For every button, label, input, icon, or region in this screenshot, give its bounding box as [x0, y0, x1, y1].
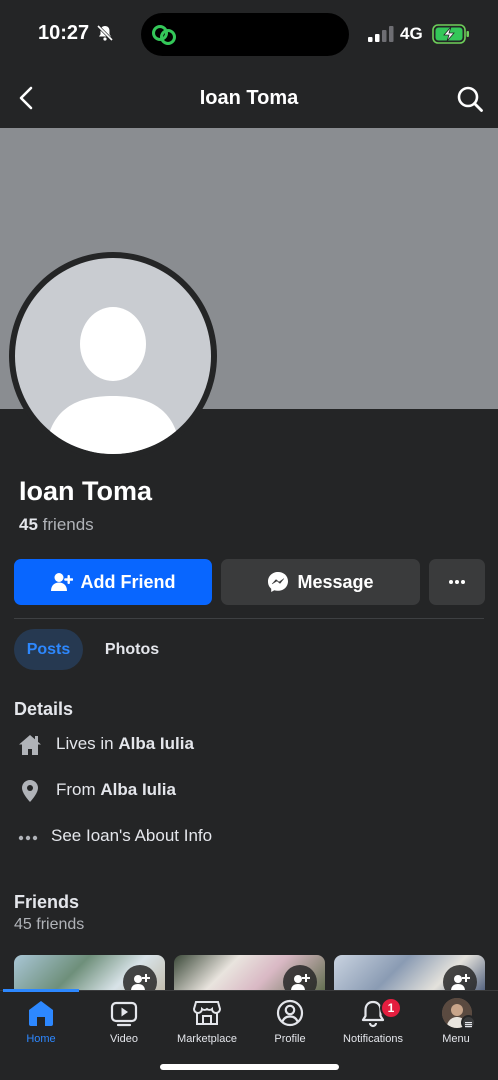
default-avatar-silhouette-icon [15, 258, 211, 454]
add-friend-label: Add Friend [80, 571, 176, 592]
menu-lines-icon [461, 1015, 476, 1030]
lives-in-prefix: Lives in [56, 734, 119, 753]
marketplace-icon [192, 1001, 222, 1025]
page-title: Ioan Toma [199, 87, 299, 109]
friend-thumbnail[interactable] [334, 955, 485, 995]
signal-icon [368, 26, 394, 42]
detail-lives-in[interactable]: Lives in Alba Iulia [0, 730, 498, 760]
tab-marketplace-label: Marketplace [177, 1033, 237, 1045]
friends-count-subtitle: 45 friends [14, 916, 85, 933]
tab-menu-label: Menu [442, 1033, 470, 1045]
profile-name: Ioan Toma [19, 476, 153, 506]
tab-video-label: Video [110, 1033, 138, 1045]
home-icon [29, 1001, 53, 1026]
top-nav: Ioan Toma [0, 66, 498, 128]
more-options-button[interactable] [429, 559, 485, 605]
from-prefix: From [56, 780, 101, 799]
tab-notifications-label: Notifications [343, 1033, 403, 1045]
friends-count-number: 45 [19, 515, 38, 534]
message-button[interactable]: Message [221, 559, 420, 605]
lives-in-value: Alba Iulia [118, 734, 194, 753]
house-icon [19, 735, 41, 755]
friends-count[interactable]: 45 friends [19, 515, 94, 535]
status-time: 10:27 [38, 22, 90, 44]
tab-video[interactable]: Video [79, 995, 169, 1049]
tab-home[interactable]: Home [0, 995, 86, 1049]
about-info-link: See Ioan's About Info [51, 826, 213, 845]
more-dots-icon [18, 835, 38, 841]
notification-badge: 1 [380, 997, 402, 1019]
add-friend-button[interactable]: Add Friend [14, 559, 212, 605]
profile-icon [276, 999, 304, 1027]
add-person-icon [50, 573, 73, 591]
detail-from[interactable]: From Alba Iulia [0, 776, 498, 806]
tab-notifications[interactable]: 1 Notifications [328, 995, 418, 1049]
tab-posts[interactable]: Posts [14, 629, 83, 670]
detail-about-info[interactable]: See Ioan's About Info [0, 822, 498, 852]
video-icon [110, 1001, 138, 1027]
tab-photos[interactable]: Photos [93, 629, 171, 670]
tab-profile[interactable]: Profile [245, 995, 335, 1049]
details-heading: Details [14, 699, 74, 719]
message-label: Message [297, 571, 374, 592]
status-bar: 10:27 4G [0, 0, 498, 66]
from-value: Alba Iulia [100, 780, 176, 799]
messenger-icon [268, 572, 289, 592]
tab-marketplace[interactable]: Marketplace [162, 995, 252, 1049]
active-tab-indicator [3, 989, 79, 992]
location-pin-icon [22, 780, 38, 802]
network-label: 4G [400, 24, 423, 43]
friends-heading: Friends [14, 892, 80, 912]
home-indicator [160, 1064, 339, 1070]
tab-menu[interactable]: Menu [411, 995, 498, 1049]
divider [14, 618, 484, 619]
profile-avatar[interactable] [9, 252, 217, 460]
friends-count-word: friends [42, 515, 94, 534]
link-activity-icon [152, 25, 176, 45]
battery-charging-icon [432, 24, 469, 44]
friend-thumbnail[interactable] [174, 955, 325, 995]
dynamic-island [141, 13, 349, 56]
bell-slash-icon [96, 24, 114, 42]
more-dots-icon [449, 580, 465, 584]
search-icon[interactable] [456, 85, 484, 113]
tab-profile-label: Profile [274, 1033, 306, 1045]
tab-home-label: Home [26, 1033, 56, 1045]
